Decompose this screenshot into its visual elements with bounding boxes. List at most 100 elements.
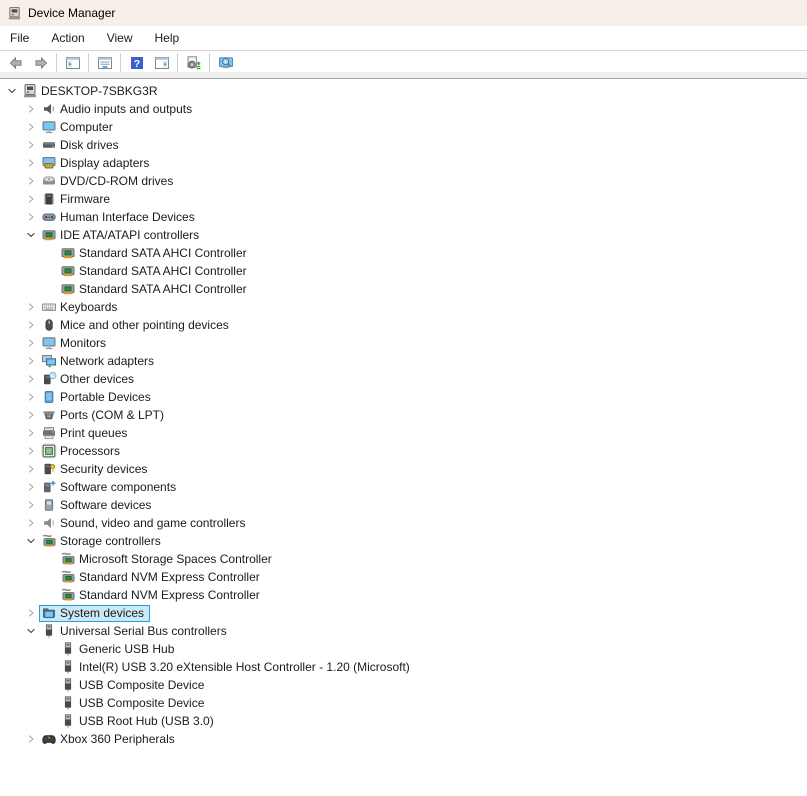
tree-item-content[interactable]: Intel(R) USB 3.20 eXtensible Host Contro… (58, 659, 416, 676)
chevron-right-icon[interactable] (23, 101, 39, 117)
tree-item-content[interactable]: Disk drives (39, 137, 125, 154)
tree-item-content[interactable]: Software devices (39, 497, 157, 514)
chevron-right-icon[interactable] (23, 191, 39, 207)
tree-item-content[interactable]: Network adapters (39, 353, 160, 370)
tree-item[interactable]: Generic USB Hub (0, 640, 807, 658)
tree-item-content[interactable]: System devices (39, 604, 151, 622)
chevron-right-icon[interactable] (23, 371, 39, 387)
tree-item-content[interactable]: Monitors (39, 335, 112, 352)
tree-item[interactable]: Standard SATA AHCI Controller (0, 244, 807, 262)
tree-item[interactable]: Universal Serial Bus controllers (0, 622, 807, 640)
tree-item-content[interactable]: ? Other devices (39, 371, 140, 388)
chevron-right-icon[interactable] (23, 407, 39, 423)
chevron-right-icon[interactable] (23, 731, 39, 747)
tree-item[interactable]: Portable Devices (0, 388, 807, 406)
tree-item[interactable]: Keyboards (0, 298, 807, 316)
chevron-right-icon[interactable] (23, 173, 39, 189)
chevron-right-icon[interactable] (23, 119, 39, 135)
help-button[interactable]: ? (125, 52, 148, 73)
back-button[interactable] (4, 52, 27, 73)
tree-item-content[interactable]: Portable Devices (39, 389, 157, 406)
menu-help[interactable]: Help (147, 28, 188, 48)
tree-item[interactable]: Software components (0, 478, 807, 496)
chevron-right-icon[interactable] (23, 155, 39, 171)
tree-item[interactable]: Ports (COM & LPT) (0, 406, 807, 424)
tree-item[interactable]: Security devices (0, 460, 807, 478)
tree-item-content[interactable]: DVD/CD-ROM drives (39, 173, 179, 190)
tree-item-content[interactable]: Computer (39, 119, 119, 136)
chevron-right-icon[interactable] (23, 515, 39, 531)
chevron-right-icon[interactable] (23, 461, 39, 477)
search-devices-button[interactable] (214, 52, 237, 73)
chevron-right-icon[interactable] (23, 335, 39, 351)
tree-item[interactable]: Sound, video and game controllers (0, 514, 807, 532)
tree-item-content[interactable]: Storage controllers (39, 533, 167, 550)
tree-item[interactable]: Computer (0, 118, 807, 136)
tree-item[interactable]: Standard NVM Express Controller (0, 586, 807, 604)
tree-item[interactable]: USB Composite Device (0, 694, 807, 712)
tree-item[interactable]: Mice and other pointing devices (0, 316, 807, 334)
tree-item[interactable]: Network adapters (0, 352, 807, 370)
tree-item-content[interactable]: Generic USB Hub (58, 641, 180, 658)
tree-item[interactable]: ? Other devices (0, 370, 807, 388)
tree-item-content[interactable]: Ports (COM & LPT) (39, 407, 170, 424)
tree-item-content[interactable]: Firmware (39, 191, 116, 208)
chevron-right-icon[interactable] (23, 317, 39, 333)
tree-item-content[interactable]: Sound, video and game controllers (39, 515, 251, 532)
tree-item-content[interactable]: Mice and other pointing devices (39, 317, 235, 334)
tree-item[interactable]: Standard NVM Express Controller (0, 568, 807, 586)
tree-item-content[interactable]: Microsoft Storage Spaces Controller (58, 551, 278, 568)
tree-item-content[interactable]: Xbox 360 Peripherals (39, 731, 181, 748)
tree-item[interactable]: Audio inputs and outputs (0, 100, 807, 118)
chevron-right-icon[interactable] (23, 209, 39, 225)
tree-item-content[interactable]: Human Interface Devices (39, 209, 201, 226)
chevron-down-icon[interactable] (23, 623, 39, 639)
tree-item-content[interactable]: Audio inputs and outputs (39, 101, 198, 118)
tree-item[interactable]: Intel(R) USB 3.20 eXtensible Host Contro… (0, 658, 807, 676)
menu-file[interactable]: File (2, 28, 37, 48)
menu-action[interactable]: Action (43, 28, 92, 48)
tree-item[interactable]: DVD/CD-ROM drives (0, 172, 807, 190)
tree-item-content[interactable]: Universal Serial Bus controllers (39, 623, 233, 640)
tree-item-content[interactable]: USB Composite Device (58, 695, 210, 712)
chevron-right-icon[interactable] (23, 605, 39, 621)
tree-item[interactable]: Standard SATA AHCI Controller (0, 262, 807, 280)
tree-item-content[interactable]: USB Composite Device (58, 677, 210, 694)
tree-item-content[interactable]: IDE ATA/ATAPI controllers (39, 227, 205, 244)
chevron-right-icon[interactable] (23, 137, 39, 153)
tree-item-content[interactable]: USB Root Hub (USB 3.0) (58, 713, 220, 730)
tree-item-content[interactable]: DESKTOP-7SBKG3R (20, 83, 163, 100)
show-hide-console-tree-button[interactable] (61, 52, 84, 73)
tree-item-content[interactable]: Standard NVM Express Controller (58, 587, 266, 604)
tree-item-content[interactable]: Security devices (39, 461, 153, 478)
chevron-right-icon[interactable] (23, 479, 39, 495)
tree-item[interactable]: Processors (0, 442, 807, 460)
tree-item[interactable]: Xbox 360 Peripherals (0, 730, 807, 748)
tree-item[interactable]: Microsoft Storage Spaces Controller (0, 550, 807, 568)
chevron-right-icon[interactable] (23, 389, 39, 405)
tree-item[interactable]: Disk drives (0, 136, 807, 154)
tree-item-content[interactable]: Keyboards (39, 299, 123, 316)
tree-item-content[interactable]: Print queues (39, 425, 133, 442)
tree-item[interactable]: Storage controllers (0, 532, 807, 550)
tree-item[interactable]: Firmware (0, 190, 807, 208)
tree-item[interactable]: IDE ATA/ATAPI controllers (0, 226, 807, 244)
tree-item[interactable]: Display adapters (0, 154, 807, 172)
menu-view[interactable]: View (99, 28, 141, 48)
tree-item[interactable]: Software devices (0, 496, 807, 514)
tree-item[interactable]: System devices (0, 604, 807, 622)
scan-for-hardware-changes-button[interactable] (182, 52, 205, 73)
tree-item-content[interactable]: Standard SATA AHCI Controller (58, 245, 253, 262)
tree-item[interactable]: Human Interface Devices (0, 208, 807, 226)
tree-item[interactable]: USB Composite Device (0, 676, 807, 694)
chevron-right-icon[interactable] (23, 299, 39, 315)
properties-button[interactable] (93, 52, 116, 73)
chevron-right-icon[interactable] (23, 497, 39, 513)
action-pane-button[interactable] (150, 52, 173, 73)
tree-item-content[interactable]: Standard NVM Express Controller (58, 569, 266, 586)
tree-item[interactable]: DESKTOP-7SBKG3R (0, 82, 807, 100)
chevron-right-icon[interactable] (23, 353, 39, 369)
chevron-down-icon[interactable] (23, 227, 39, 243)
tree-item-content[interactable]: Display adapters (39, 155, 155, 172)
chevron-right-icon[interactable] (23, 443, 39, 459)
